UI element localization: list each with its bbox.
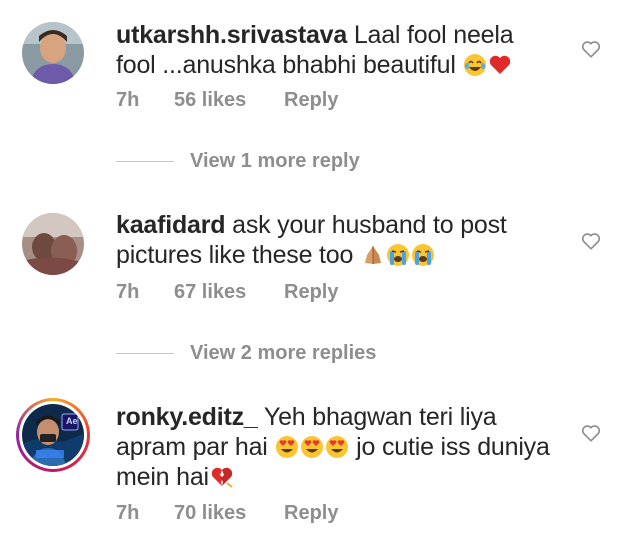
- view-more-replies[interactable]: View 2 more replies: [116, 341, 376, 365]
- view-more-replies[interactable]: View 1 more reply: [116, 149, 360, 173]
- comment-text: utkarshh.srivastava Laal fool neela fool…: [116, 20, 556, 80]
- view-more-replies-label[interactable]: View 1 more reply: [190, 150, 360, 172]
- replies-divider-line: [116, 353, 174, 355]
- face-with-tears-of-joy-icon: [463, 53, 487, 77]
- comment-text: kaafidard ask your husband to post pictu…: [116, 210, 556, 270]
- reply-button[interactable]: Reply: [284, 88, 338, 112]
- comment-likes[interactable]: 56 likes: [174, 88, 246, 112]
- loudly-crying-face-icon: [386, 243, 410, 267]
- comment-username[interactable]: ronky.editz_: [116, 403, 258, 431]
- like-heart-icon[interactable]: [580, 38, 602, 60]
- like-heart-icon[interactable]: [580, 230, 602, 252]
- broken-heart-icon: [210, 465, 234, 489]
- avatar-ronky-editz[interactable]: Ae: [22, 404, 84, 466]
- heart-eyes-icon: [275, 435, 299, 459]
- avatar-ae-badge: Ae: [66, 416, 78, 426]
- comment-time: 7h: [116, 502, 140, 524]
- comment-username[interactable]: kaafidard: [116, 211, 226, 239]
- comment-text: ronky.editz_ Yeh bhagwan teri liya apram…: [116, 402, 556, 492]
- comment-time: 7h: [116, 89, 140, 111]
- heart-eyes-icon: [300, 435, 324, 459]
- comment-time: 7h: [116, 281, 140, 303]
- loudly-crying-face-icon: [411, 243, 435, 267]
- avatar-utkarshh[interactable]: [22, 22, 84, 84]
- heart-eyes-icon: [325, 435, 349, 459]
- red-heart-icon: [488, 53, 512, 77]
- folded-hands-icon: [361, 243, 385, 267]
- replies-divider-line: [116, 161, 174, 163]
- comment-username[interactable]: utkarshh.srivastava: [116, 21, 347, 49]
- view-more-replies-label[interactable]: View 2 more replies: [190, 342, 376, 364]
- reply-button[interactable]: Reply: [284, 501, 338, 525]
- reply-button[interactable]: Reply: [284, 280, 338, 304]
- comment-likes[interactable]: 70 likes: [174, 501, 246, 525]
- avatar-kaafidard[interactable]: [22, 213, 84, 275]
- like-heart-icon[interactable]: [580, 422, 602, 444]
- comment-likes[interactable]: 67 likes: [174, 280, 246, 304]
